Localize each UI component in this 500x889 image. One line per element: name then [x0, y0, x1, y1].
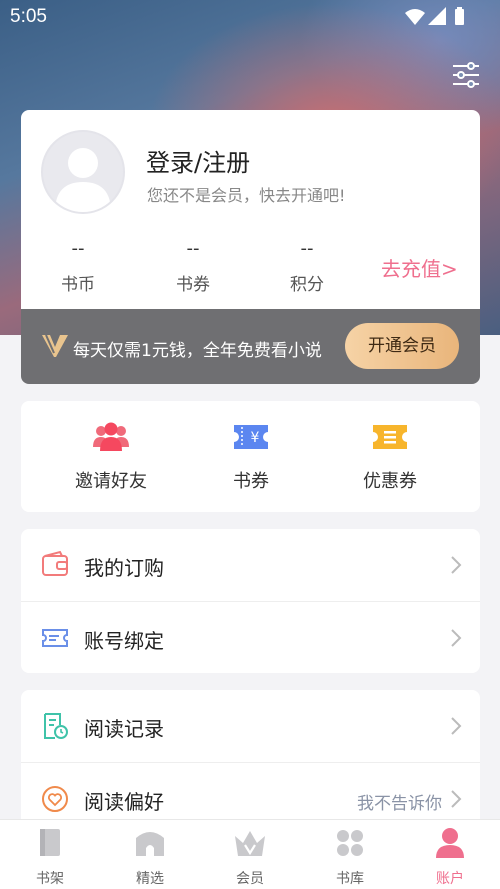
chevron-right-icon: [451, 556, 462, 574]
stat-value: --: [186, 238, 200, 259]
membership-hint: 您还不是会员，快去开通吧!: [147, 186, 346, 205]
default-avatar-icon: [55, 148, 111, 212]
vip-logo-icon: [42, 334, 68, 357]
quick-action-label: 书券: [233, 471, 269, 492]
status-icons: [404, 6, 466, 32]
bookshelf-icon: [40, 829, 60, 856]
tab-bookshelf[interactable]: 书架: [0, 826, 100, 888]
menu-item-label: 阅读偏好: [84, 790, 164, 814]
vip-promo-text: 每天仅需1元钱，全年免费看小说: [73, 341, 322, 361]
wallet-icon: [42, 550, 68, 576]
chevron-right-icon: [451, 717, 462, 735]
heart-icon: [42, 786, 68, 812]
stat-book-tickets[interactable]: -- 书券: [148, 238, 238, 295]
menu-item-label: 我的订购: [84, 556, 164, 580]
tab-library[interactable]: 书库: [300, 826, 400, 888]
menu-item-my-orders[interactable]: 我的订购: [21, 529, 480, 601]
battery-icon: [455, 9, 464, 25]
menu-item-label: 阅读记录: [84, 717, 164, 741]
tab-featured[interactable]: 精选: [100, 826, 200, 888]
invite-friends-icon: [93, 422, 129, 451]
stat-label: 积分: [290, 275, 324, 295]
stat-label: 书券: [176, 275, 210, 295]
stat-value: --: [300, 238, 314, 259]
menu-item-reading-history[interactable]: 阅读记录: [21, 690, 480, 762]
tab-membership[interactable]: 会员: [200, 826, 300, 888]
vip-banner: 每天仅需1元钱，全年免费看小说 开通会员: [21, 309, 480, 384]
featured-icon: [136, 832, 164, 856]
svg-text:¥: ¥: [251, 430, 260, 446]
avatar[interactable]: [41, 130, 125, 214]
tab-label: 账户: [436, 871, 464, 887]
recharge-link[interactable]: 去充值>: [381, 253, 458, 282]
menu-group-orders: 我的订购 账号绑定: [21, 529, 480, 673]
quick-action-label: 优惠券: [363, 471, 417, 492]
account-icon: [436, 828, 464, 858]
coupons-button[interactable]: 优惠券: [320, 421, 460, 493]
account-bind-icon: [42, 629, 68, 647]
crown-icon: [235, 831, 265, 856]
coupon-icon: [373, 425, 407, 449]
tab-account[interactable]: 账户: [400, 826, 500, 888]
quick-actions-card: 邀请好友 ¥ 书券 优惠券: [21, 401, 480, 512]
settings-button[interactable]: [451, 60, 481, 90]
tickets-button[interactable]: ¥ 书券: [181, 421, 321, 493]
stat-value: --: [71, 238, 85, 259]
menu-item-account-binding[interactable]: 账号绑定: [21, 601, 480, 673]
library-icon: [337, 830, 363, 856]
tab-label: 书架: [36, 871, 64, 887]
signal-icon: [428, 7, 446, 25]
menu-group-reading: 阅读记录 阅读偏好 我不告诉你: [21, 690, 480, 819]
reading-history-icon: [44, 713, 68, 739]
stat-book-coins[interactable]: -- 书币: [33, 238, 123, 295]
status-bar: 5:05: [0, 0, 500, 34]
open-vip-button[interactable]: 开通会员: [345, 323, 459, 369]
chevron-right-icon: [451, 790, 462, 808]
login-register-link[interactable]: 登录/注册: [146, 143, 250, 178]
tab-label: 书库: [336, 871, 364, 887]
preference-value: 我不告诉你: [357, 794, 442, 814]
bottom-tab-bar: 书架 精选 会员 书库 账户: [0, 819, 500, 889]
stat-points[interactable]: -- 积分: [262, 238, 352, 295]
chevron-right-icon: [451, 629, 462, 647]
settings-sliders-icon: [453, 62, 479, 88]
status-time: 5:05: [10, 6, 47, 27]
menu-item-label: 账号绑定: [84, 629, 164, 653]
quick-action-label: 邀请好友: [75, 471, 147, 492]
invite-friends-button[interactable]: 邀请好友: [41, 421, 181, 493]
tab-label: 会员: [236, 871, 264, 887]
menu-item-reading-preference[interactable]: 阅读偏好 我不告诉你: [21, 762, 480, 819]
wifi-icon: [405, 9, 425, 25]
profile-card: 登录/注册 您还不是会员，快去开通吧! -- 书币 -- 书券 -- 积分 去充…: [21, 110, 480, 384]
ticket-icon: ¥: [234, 425, 268, 449]
stat-label: 书币: [61, 275, 95, 295]
tab-label: 精选: [136, 871, 164, 887]
